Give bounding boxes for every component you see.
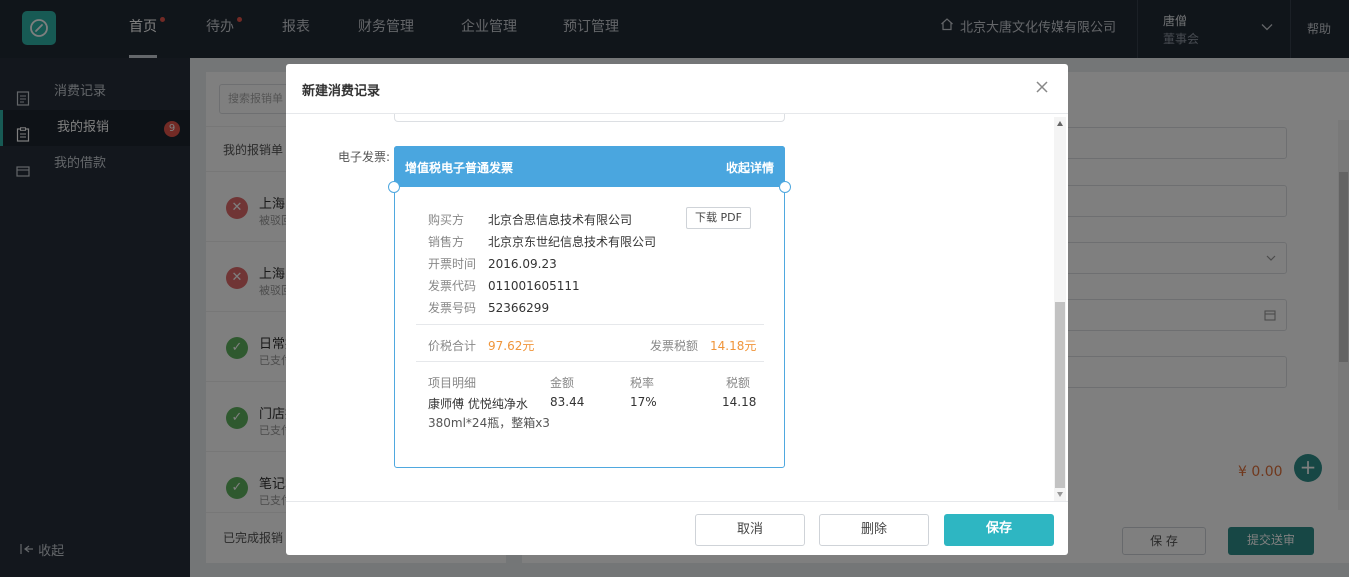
modal-scrollbar[interactable] [1054, 117, 1066, 502]
modal-title: 新建消费记录 [302, 84, 381, 99]
tax-value: 14.18元 [710, 339, 757, 353]
table-cell-amount: 83.44 [550, 395, 585, 409]
table-header: 金额 [550, 376, 575, 390]
table-header: 项目明细 [428, 376, 477, 390]
kv-value: 北京合思信息技术有限公司 [488, 213, 633, 227]
cancel-button[interactable]: 取消 [695, 514, 805, 546]
previous-field-edge [394, 114, 785, 122]
tax-label: 发票税额 [650, 339, 699, 353]
scroll-down-icon[interactable] [1057, 492, 1063, 497]
total-value: 97.62元 [488, 339, 535, 353]
kv-value: 北京京东世纪信息技术有限公司 [488, 235, 657, 249]
total-label: 价税合计 [428, 339, 477, 353]
invoice-card: 增值税电子普通发票 收起详情 下载 PDF 购买方 北京合思信息技术有限公司 销售… [388, 146, 791, 468]
modal-body: 电子发票: 增值税电子普通发票 收起详情 下载 PDF 购买方 北京合思信息技术有… [286, 114, 1068, 501]
kv-key: 发票代码 [428, 279, 477, 293]
close-icon[interactable] [1035, 80, 1049, 98]
kv-key: 购买方 [428, 213, 465, 227]
modal-header: 新建消费记录 [286, 64, 1068, 114]
download-pdf-button[interactable]: 下载 PDF [686, 207, 751, 229]
invoice-seller: 销售方 北京京东世纪信息技术有限公司 [428, 233, 656, 250]
e-invoice-label: 电子发票: [338, 150, 391, 164]
invoice-buyer: 购买方 北京合思信息技术有限公司 [428, 211, 632, 228]
table-header: 税额 [726, 376, 751, 390]
table-cell-tax: 14.18 [722, 395, 757, 409]
scrollbar-thumb[interactable] [1055, 302, 1065, 488]
ticket-notch [779, 181, 791, 193]
collapse-details-link[interactable]: 收起详情 [726, 159, 774, 176]
table-header: 税率 [630, 376, 655, 390]
modal-footer: 取消 删除 保存 [286, 501, 1068, 555]
table-cell-item: 康师傅 优悦纯净水 [428, 397, 528, 411]
kv-value: 011001605111 [488, 279, 580, 293]
table-cell-rate: 17% [630, 395, 657, 409]
divider [416, 361, 764, 362]
save-button[interactable]: 保存 [944, 514, 1054, 546]
kv-value: 2016.09.23 [488, 257, 557, 271]
divider [416, 324, 764, 325]
kv-value: 52366299 [488, 301, 550, 315]
invoice-date: 开票时间 2016.09.23 [428, 255, 557, 272]
scroll-up-icon[interactable] [1057, 121, 1063, 126]
invoice-header: 增值税电子普通发票 收起详情 [394, 146, 785, 187]
kv-key: 发票号码 [428, 301, 477, 315]
new-consumption-modal: 新建消费记录 电子发票: 增值税电子普通发票 收起详情 下载 PDF 购买方北京… [286, 64, 1068, 555]
ticket-notch [388, 181, 400, 193]
kv-key: 销售方 [428, 235, 465, 249]
delete-button[interactable]: 删除 [819, 514, 929, 546]
table-cell-item-detail: 380ml*24瓶，整箱x3 [428, 416, 550, 430]
kv-key: 开票时间 [428, 257, 477, 271]
invoice-code: 发票代码 011001605111 [428, 277, 580, 294]
invoice-number: 发票号码 52366299 [428, 299, 549, 316]
invoice-type: 增值税电子普通发票 [405, 161, 514, 175]
